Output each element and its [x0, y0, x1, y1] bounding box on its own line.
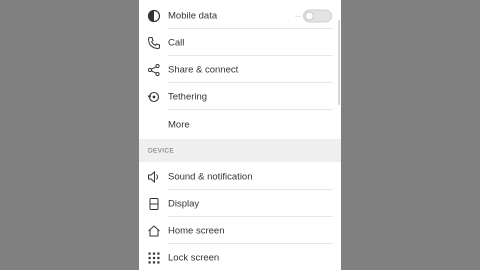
section-header-device: DEVICE	[139, 139, 341, 162]
settings-panel: Mobile data Call Share & connect Tetheri…	[139, 0, 341, 270]
settings-item-home-screen[interactable]: Home screen	[139, 217, 341, 244]
settings-item-label: Lock screen	[168, 252, 220, 263]
settings-item-label: Mobile data	[168, 10, 218, 21]
settings-item-label: Home screen	[168, 225, 225, 236]
speaker-icon	[147, 170, 161, 184]
toggle-knob	[305, 11, 314, 20]
settings-item-label: Share & connect	[168, 64, 239, 75]
settings-item-lock-screen[interactable]: Lock screen	[139, 244, 341, 270]
phone-icon	[147, 36, 161, 50]
home-icon	[147, 224, 161, 238]
settings-item-more[interactable]: More	[139, 111, 341, 138]
settings-item-share-connect[interactable]: Share & connect	[139, 56, 341, 83]
settings-item-mobile-data[interactable]: Mobile data	[139, 2, 341, 29]
settings-item-label: Display	[168, 198, 200, 209]
divider	[295, 15, 301, 17]
share-icon	[147, 63, 161, 77]
settings-item-display[interactable]: Display	[139, 190, 341, 217]
settings-item-label: More	[168, 119, 190, 130]
section-header-label: DEVICE	[148, 147, 175, 154]
tethering-icon	[147, 90, 161, 104]
settings-item-label: Sound & notification	[168, 171, 253, 182]
settings-item-call[interactable]: Call	[139, 29, 341, 56]
display-icon	[147, 197, 161, 211]
divider	[168, 109, 333, 110]
lock-screen-icon	[147, 251, 161, 265]
settings-item-tethering[interactable]: Tethering	[139, 83, 341, 110]
settings-item-sound-notification[interactable]: Sound & notification	[139, 163, 341, 190]
mobile-data-toggle[interactable]	[303, 9, 332, 22]
settings-item-label: Call	[168, 37, 185, 48]
settings-item-label: Tethering	[168, 91, 208, 102]
mobile-data-icon	[147, 9, 161, 23]
